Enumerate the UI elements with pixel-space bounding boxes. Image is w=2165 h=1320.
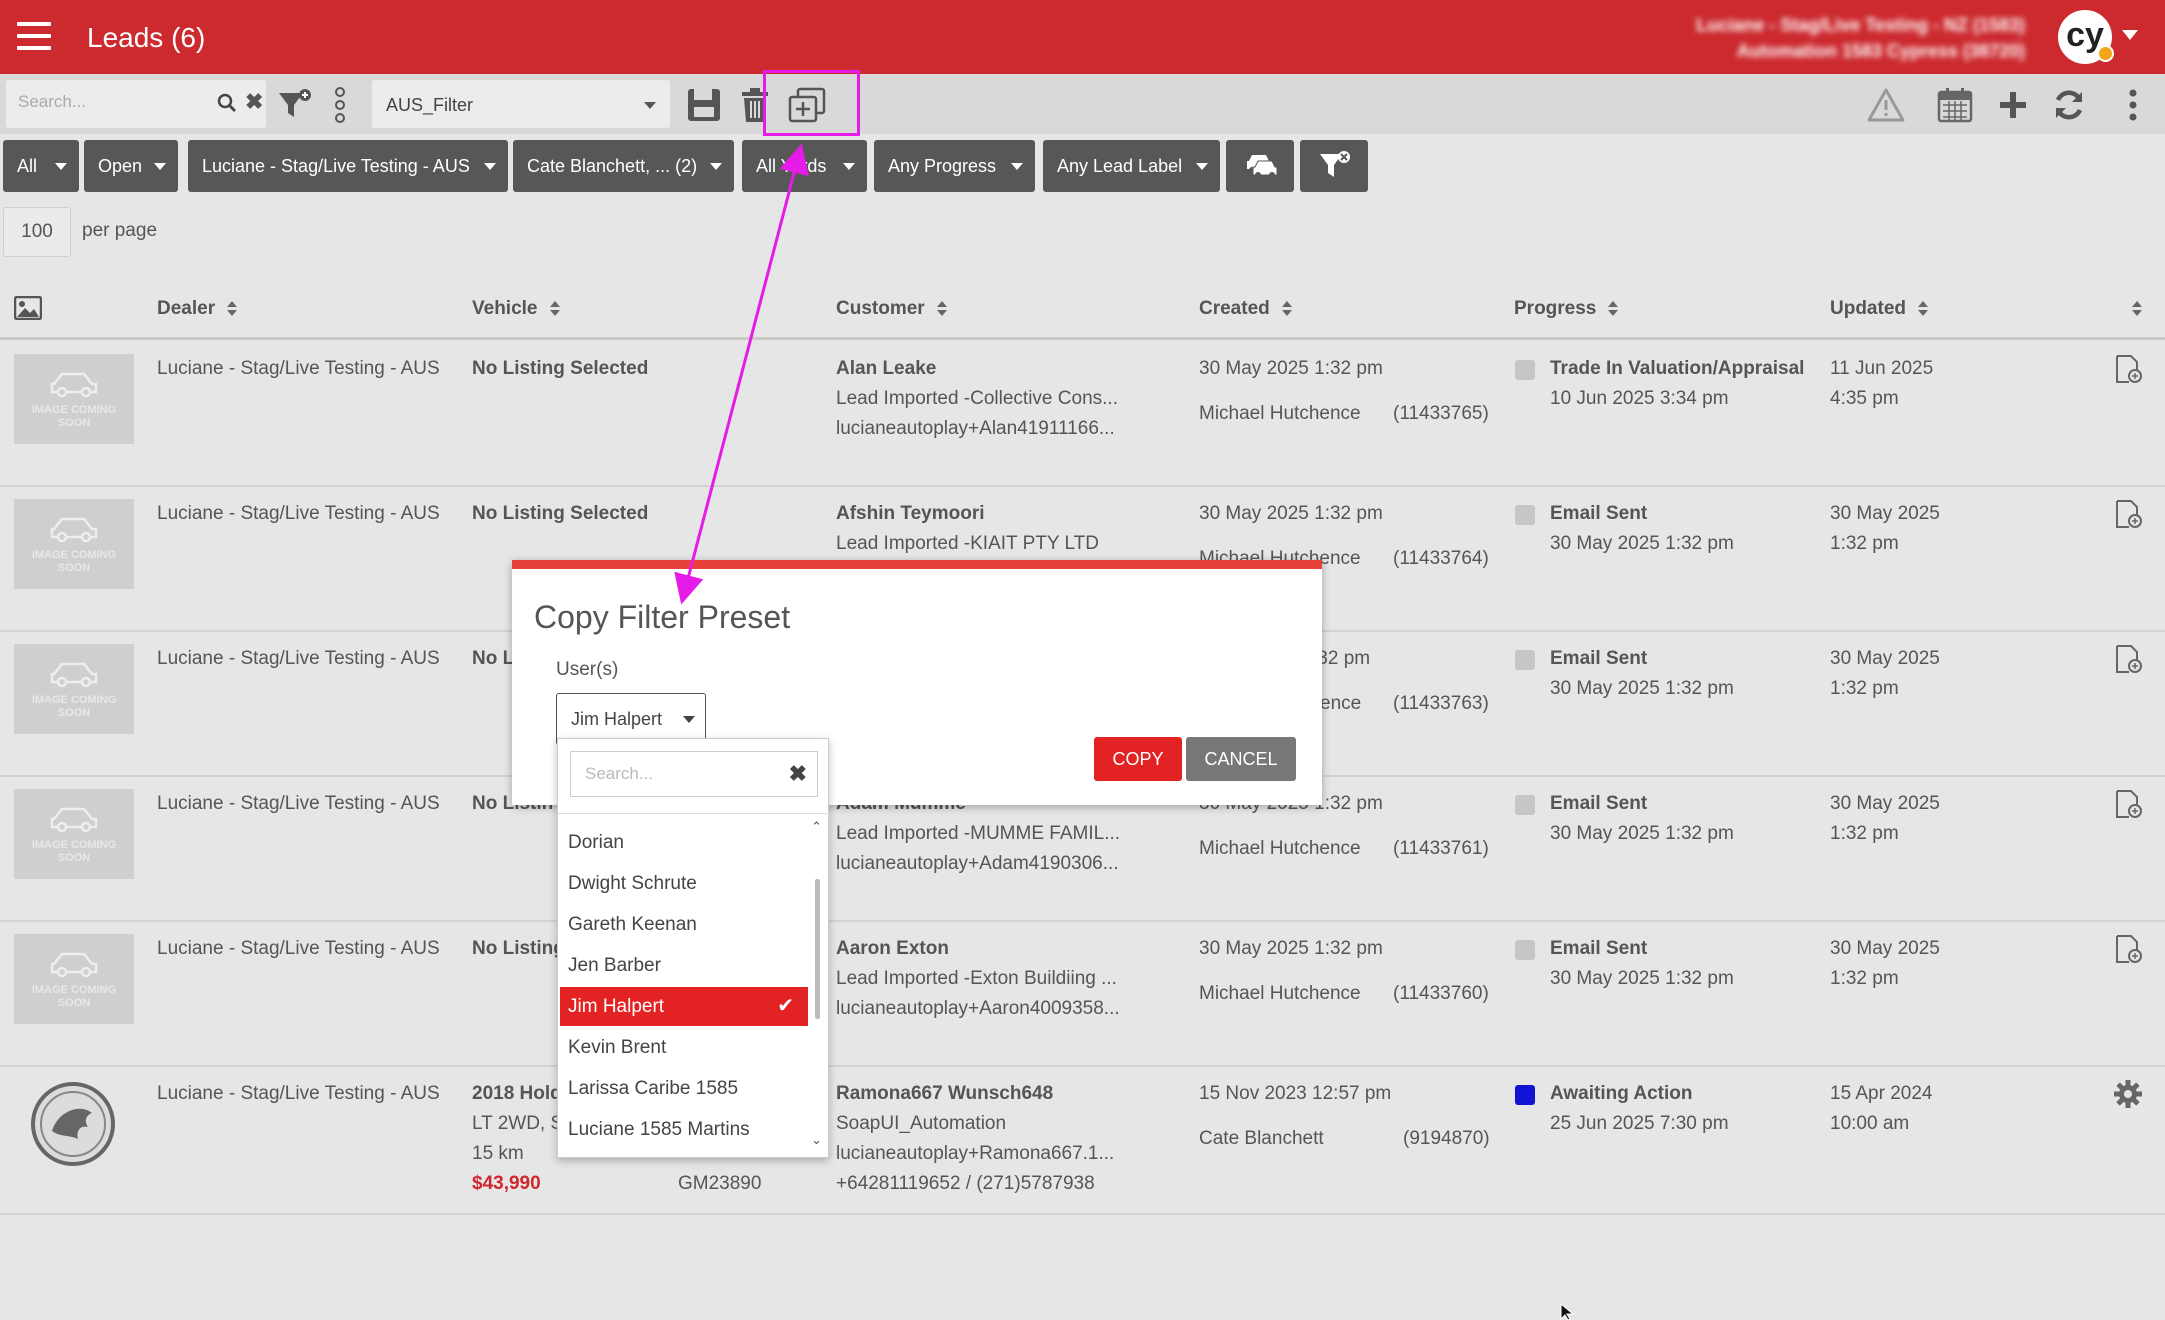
annotation-arrow xyxy=(674,143,809,605)
cursor-icon xyxy=(1560,1303,1575,1320)
